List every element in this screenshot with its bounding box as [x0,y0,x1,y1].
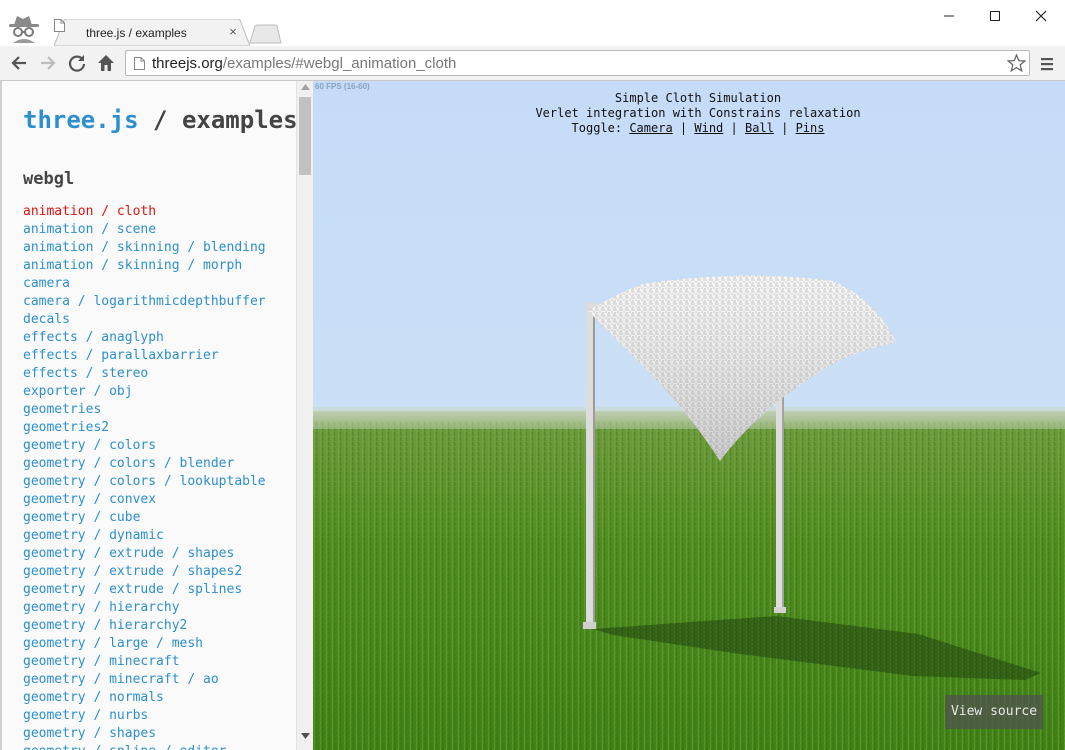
url-host: threejs.org [152,55,223,72]
example-link[interactable]: exporter / obj [23,383,266,401]
example-link[interactable]: geometry / colors / blender [23,455,266,473]
new-tab-button[interactable] [248,24,282,44]
example-link[interactable]: geometry / hierarchy [23,599,266,617]
toggle-separator: | [773,121,796,135]
example-link[interactable]: geometry / dynamic [23,527,266,545]
example-link[interactable]: geometry / hierarchy2 [23,617,266,635]
brand-link[interactable]: three.js [23,106,139,134]
address-bar[interactable]: threejs.org/examples/#webgl_animation_cl… [125,50,1030,76]
back-button[interactable] [8,52,30,74]
example-link[interactable]: geometry / normals [23,689,266,707]
forward-button[interactable] [37,52,59,74]
toggle-wind-link[interactable]: Wind [694,121,723,135]
example-link[interactable]: animation / cloth [23,203,266,221]
example-link[interactable]: geometry / convex [23,491,266,509]
toggle-separator: | [672,121,695,135]
example-link[interactable]: animation / scene [23,221,266,239]
demo-info: Simple Cloth Simulation Verlet integrati… [313,91,1065,136]
webgl-viewer[interactable]: 60 FPS (16-60) Simple Cloth Simulation V… [313,81,1065,750]
scroll-down-icon[interactable] [301,733,310,739]
tab-title: three.js / examples [86,26,187,40]
browser-tab[interactable]: three.js / examples × [54,19,250,46]
example-link[interactable]: geometry / extrude / shapes [23,545,266,563]
title-rest: / examples [138,106,296,134]
example-link[interactable]: geometry / colors / lookuptable [23,473,266,491]
example-link[interactable]: geometry / large / mesh [23,635,266,653]
page-title: three.js / examples [23,106,296,134]
tab-close-icon[interactable]: × [226,25,240,39]
example-link[interactable]: animation / skinning / morph [23,257,266,275]
incognito-icon [6,13,42,43]
browser-titlebar: three.js / examples × [0,0,1065,46]
toggle-row: Toggle: Camera | Wind | Ball | Pins [313,121,1065,136]
page-icon [54,19,65,32]
example-link[interactable]: geometry / extrude / splines [23,581,266,599]
home-button[interactable] [95,52,117,74]
reload-button[interactable] [66,52,88,74]
example-link[interactable]: effects / stereo [23,365,266,383]
example-link[interactable]: animation / skinning / blending [23,239,266,257]
scroll-up-icon[interactable] [301,84,310,90]
example-link[interactable]: geometries [23,401,266,419]
url-path: /examples/#webgl_animation_cloth [222,55,457,72]
example-link[interactable]: geometries2 [23,419,266,437]
toggle-separator: | [723,121,745,135]
maximize-button[interactable] [972,0,1018,30]
examples-sidebar: three.js / examples webgl animation / cl… [0,81,296,750]
toggle-ball-link[interactable]: Ball [745,121,774,135]
demo-title: Simple Cloth Simulation [614,91,782,105]
example-link[interactable]: camera / logarithmicdepthbuffer [23,293,266,311]
url-text: threejs.org/examples/#webgl_animation_cl… [152,55,456,72]
example-list: animation / cloth animation / scene animat… [23,203,266,750]
example-link[interactable]: geometry / spline / editor [23,743,266,750]
example-link[interactable]: effects / parallaxbarrier [23,347,266,365]
sidebar-scrollbar[interactable] [296,81,313,750]
browser-toolbar: threejs.org/examples/#webgl_animation_cl… [0,46,1065,81]
section-heading: webgl [23,169,75,189]
demo-subtitle: Verlet integration with Constrains relax… [535,106,861,120]
page-icon [134,57,145,70]
menu-icon[interactable] [1037,54,1057,74]
toggle-pins-link[interactable]: Pins [796,121,825,135]
fps-counter: 60 FPS (16-60) [315,82,370,91]
page-content: three.js / examples webgl animation / cl… [0,81,1065,750]
example-link[interactable]: geometry / minecraft [23,653,266,671]
example-link[interactable]: effects / anaglyph [23,329,266,347]
example-link[interactable]: camera [23,275,266,293]
example-link[interactable]: geometry / extrude / shapes2 [23,563,266,581]
toggle-label: Toggle: [571,121,623,135]
example-link[interactable]: geometry / cube [23,509,266,527]
scrollbar-thumb[interactable] [299,97,311,175]
bookmark-star-icon[interactable] [1007,54,1026,72]
toggle-camera-link[interactable]: Camera [629,121,672,135]
example-link[interactable]: geometry / minecraft / ao [23,671,266,689]
view-source-button[interactable]: View source [945,695,1043,729]
example-link[interactable]: geometry / colors [23,437,266,455]
example-link[interactable]: geometry / shapes [23,725,266,743]
example-link[interactable]: decals [23,311,266,329]
minimize-button[interactable] [926,0,972,30]
cloth-scene[interactable] [313,81,1065,750]
close-window-button[interactable] [1018,0,1064,30]
example-link[interactable]: geometry / nurbs [23,707,266,725]
